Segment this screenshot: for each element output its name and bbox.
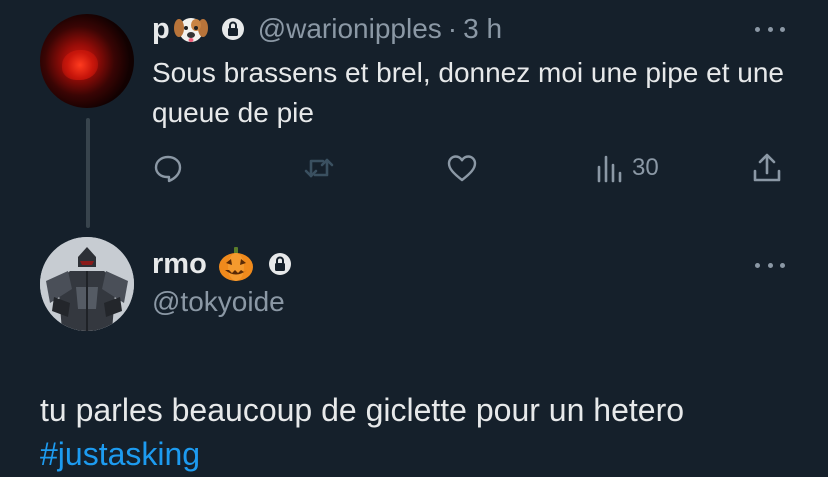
views-count: 30 — [632, 154, 659, 181]
user-handle[interactable]: @warionipples — [258, 13, 442, 45]
more-options-icon[interactable] — [755, 24, 785, 34]
avatar[interactable] — [40, 14, 134, 108]
views-button[interactable]: 30 — [596, 150, 659, 186]
thread-connector-line — [86, 118, 90, 228]
more-options-icon[interactable] — [755, 260, 785, 270]
lock-icon — [268, 253, 291, 275]
reply-icon — [154, 155, 182, 183]
avatar[interactable] — [40, 237, 134, 331]
views-icon — [597, 155, 622, 183]
tweet-text: tu parles beaucoup de giclette pour un h… — [40, 388, 810, 476]
user-handle[interactable]: @tokyoide — [152, 286, 285, 318]
timestamp[interactable]: 3 h — [463, 13, 502, 45]
display-name[interactable]: rmo — [152, 248, 207, 281]
tweet-text: Sous brassens et brel, donnez moi une pi… — [152, 57, 784, 128]
hashtag-link[interactable]: #justasking — [40, 432, 810, 476]
like-icon — [447, 155, 477, 182]
separator-dot: · — [447, 13, 458, 44]
tweet-header: rmo — [152, 244, 291, 284]
timeline: p @warionipples · 3 h Sous brassens et b… — [0, 0, 828, 477]
retweet-icon — [304, 158, 334, 178]
like-button[interactable] — [446, 150, 478, 186]
share-button[interactable] — [752, 150, 782, 186]
lock-icon — [221, 18, 244, 40]
jack-o-lantern-emoji-icon — [217, 245, 255, 283]
armored-figure-icon — [40, 237, 134, 331]
share-icon — [753, 153, 781, 182]
tweet-header: p @warionipples · 3 h — [152, 12, 502, 46]
reply-button[interactable] — [152, 150, 184, 186]
avatar-figure — [62, 50, 98, 80]
tweet-body: tu parles beaucoup de giclette pour un h… — [40, 392, 685, 428]
dog-face-emoji-icon — [173, 14, 208, 44]
display-name[interactable]: p — [152, 13, 170, 46]
retweet-button[interactable] — [302, 150, 336, 186]
